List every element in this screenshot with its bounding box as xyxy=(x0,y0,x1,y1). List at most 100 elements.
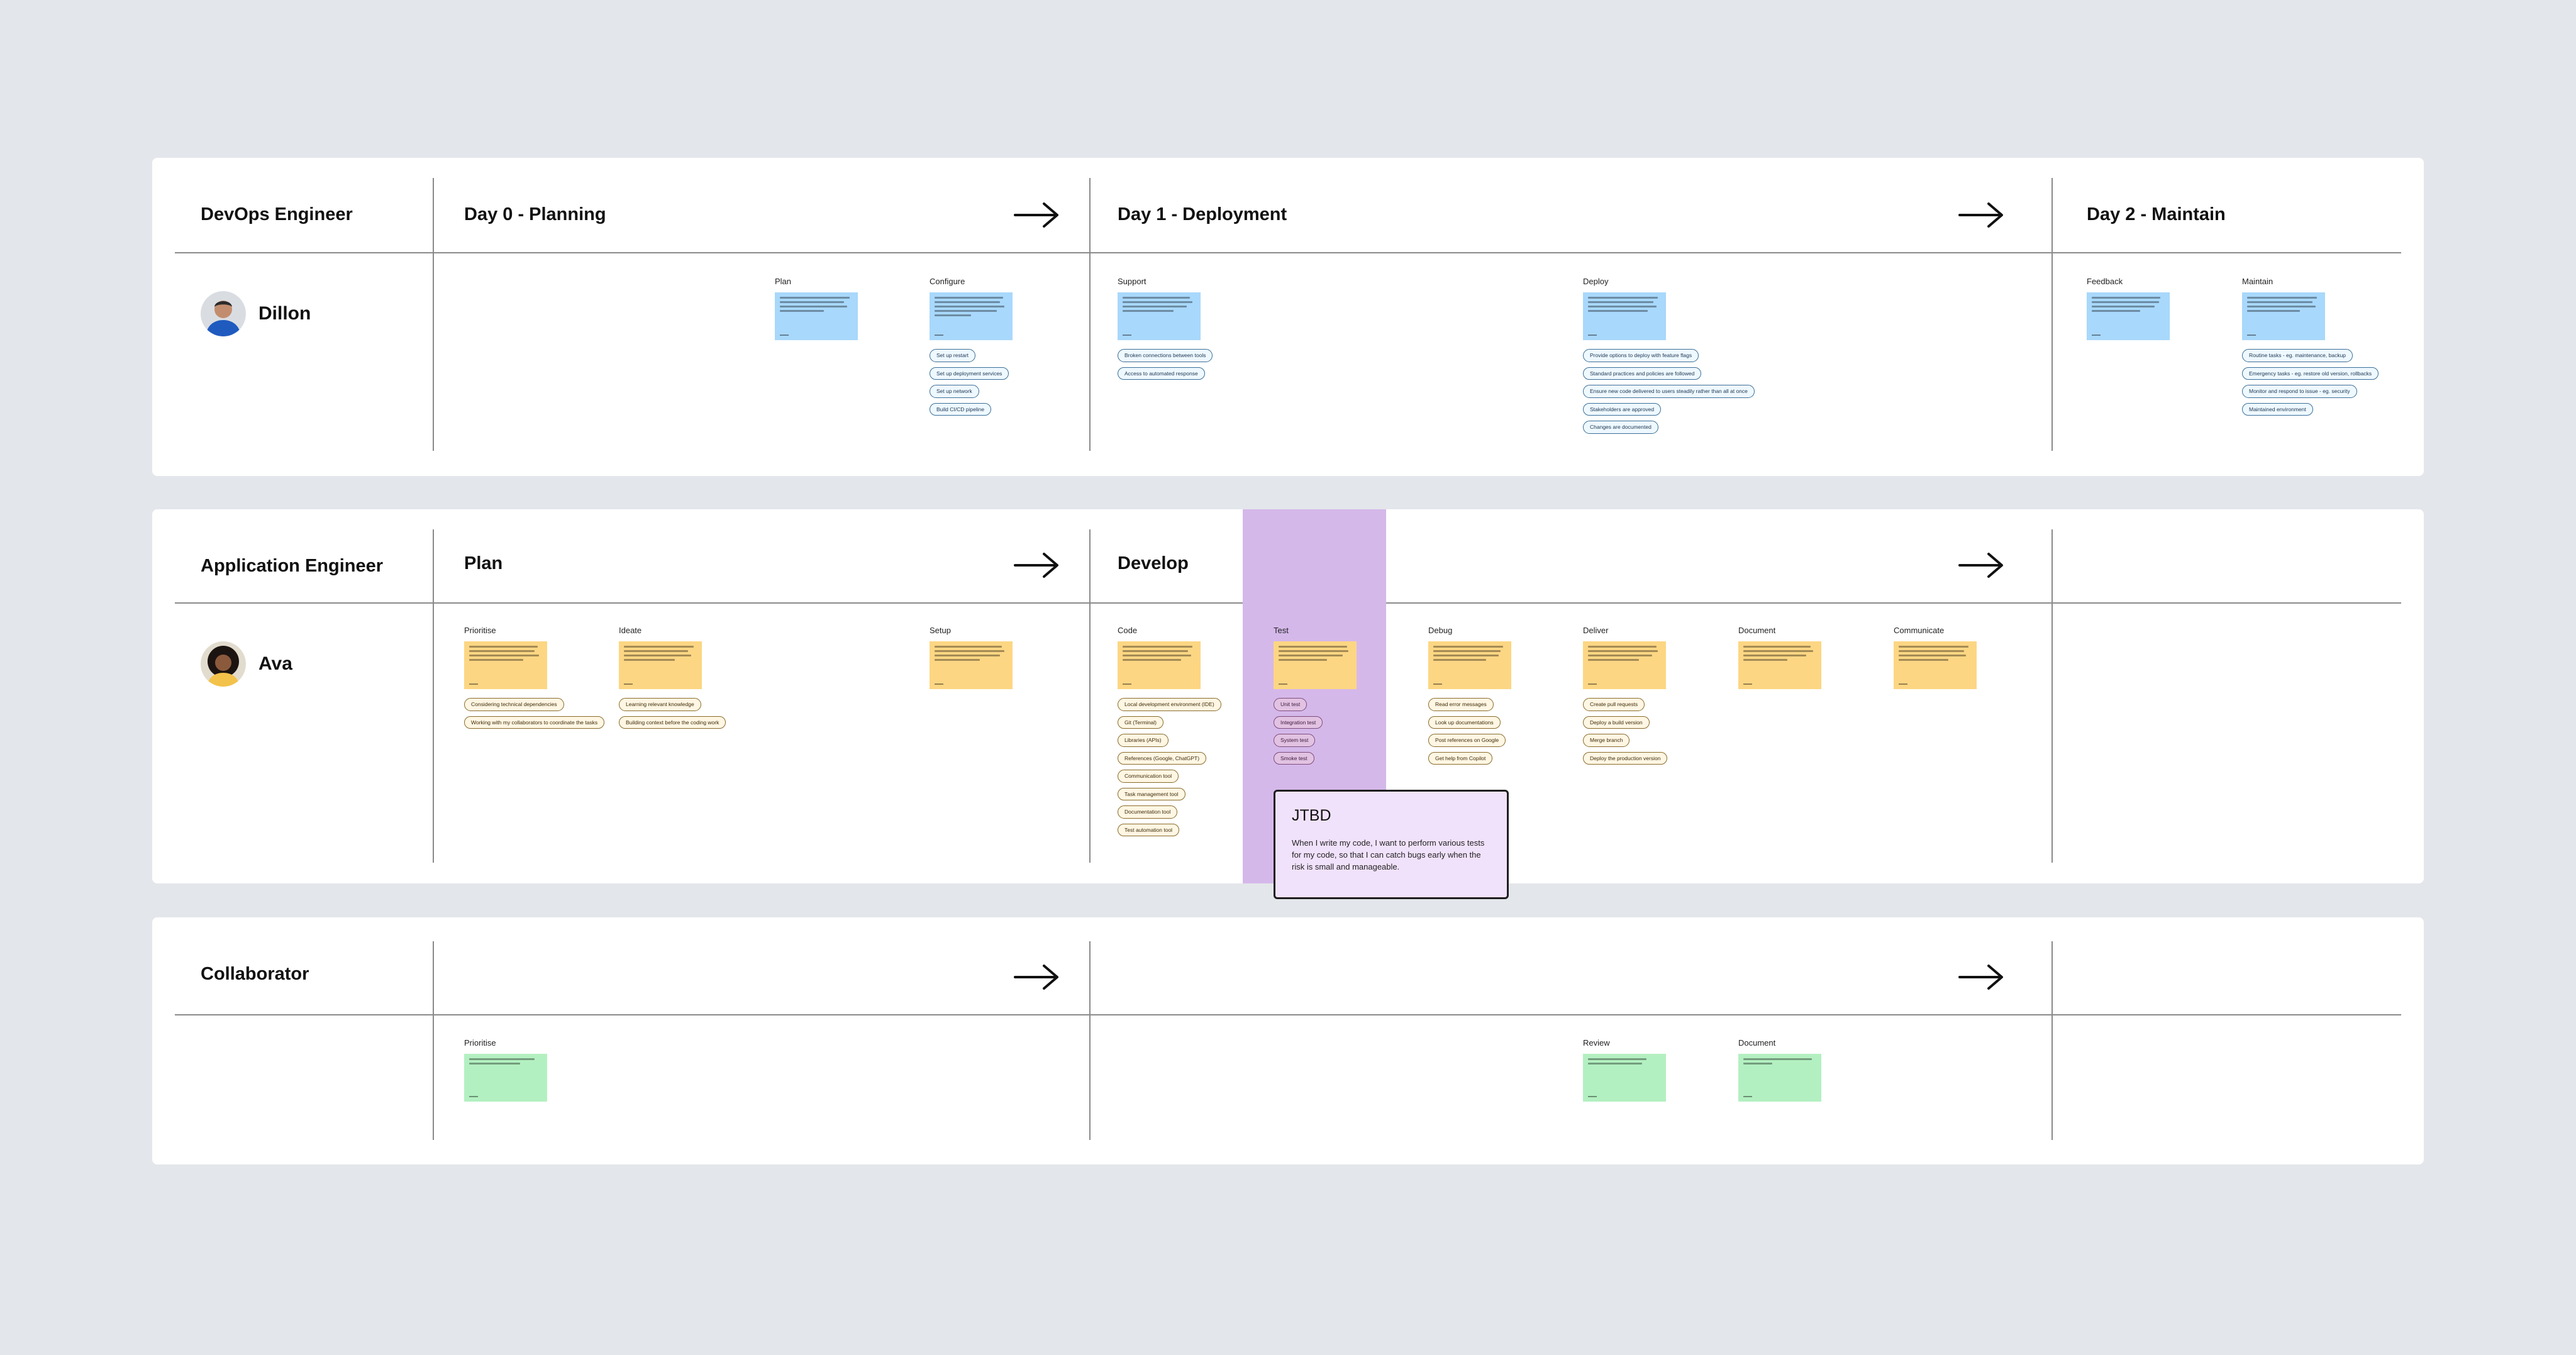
tag-chip[interactable]: Access to automated response xyxy=(1118,367,1205,380)
step-plan: Plan xyxy=(775,277,951,340)
sticky-note[interactable] xyxy=(1274,641,1357,689)
step-label: Document xyxy=(1738,1038,1776,1048)
chip-list: Considering technical dependencies Worki… xyxy=(464,698,640,729)
tag-chip[interactable]: Unit test xyxy=(1274,698,1307,711)
role-title: DevOps Engineer xyxy=(201,204,353,224)
step-label: Debug xyxy=(1428,626,1453,635)
arrow-right-icon xyxy=(1958,553,2003,578)
tag-chip[interactable]: Smoke test xyxy=(1274,751,1314,765)
tag-chip[interactable]: Ensure new code delivered to users stead… xyxy=(1583,385,1755,398)
step-label: Feedback xyxy=(2087,277,2123,286)
sticky-note[interactable] xyxy=(1583,292,1666,340)
tag-chip[interactable]: Local development environment (IDE) xyxy=(1118,698,1221,711)
sticky-note[interactable] xyxy=(1583,641,1666,689)
person-name: Ava xyxy=(258,653,292,674)
tag-chip[interactable]: Learning relevant knowledge xyxy=(619,698,701,711)
divider xyxy=(175,252,2401,253)
divider xyxy=(1089,941,1091,1140)
tag-chip[interactable]: Working with my collaborators to coordin… xyxy=(464,716,605,729)
step-ideate: Ideate Learning relevant knowledge Build… xyxy=(619,626,795,729)
tag-chip[interactable]: Create pull requests xyxy=(1583,698,1645,711)
tag-chip[interactable]: Documentation tool xyxy=(1118,805,1178,819)
chip-list: Unit test Integration test System test S… xyxy=(1274,698,1450,765)
sticky-note[interactable] xyxy=(464,641,547,689)
step-label: Maintain xyxy=(2242,277,2273,286)
step-feedback: Feedback xyxy=(2087,277,2263,340)
sticky-note[interactable] xyxy=(930,292,1013,340)
step-label: Review xyxy=(1583,1038,1610,1048)
divider xyxy=(433,178,434,451)
sticky-note[interactable] xyxy=(1118,292,1201,340)
tag-chip[interactable]: System test xyxy=(1274,734,1316,747)
divider xyxy=(433,941,434,1140)
arrow-right-icon xyxy=(1958,202,2003,228)
step-deliver: Deliver Create pull requests Deploy a bu… xyxy=(1583,626,1759,765)
tag-chip[interactable]: Merge branch xyxy=(1583,734,1630,747)
tag-chip[interactable]: Git (Terminal) xyxy=(1118,716,1164,729)
tag-chip[interactable]: Stakeholders are approved xyxy=(1583,402,1662,416)
tag-chip[interactable]: Get help from Copilot xyxy=(1428,751,1493,765)
tag-chip[interactable]: Test automation tool xyxy=(1118,823,1180,836)
tag-chip[interactable]: Communication tool xyxy=(1118,770,1179,783)
tag-chip[interactable]: Standard practices and policies are foll… xyxy=(1583,367,1702,380)
devops-swimlane: DevOps Engineer Day 0 - Planning Day 1 -… xyxy=(152,158,2424,476)
step-label: Code xyxy=(1118,626,1138,635)
tag-chip[interactable]: Monitor and respond to issue - eg. secur… xyxy=(2242,385,2357,398)
sticky-note[interactable] xyxy=(1583,1054,1666,1102)
tag-chip[interactable]: Routine tasks - eg. maintenance, backup xyxy=(2242,349,2353,362)
tag-chip[interactable]: Maintained environment xyxy=(2242,402,2313,416)
tag-chip[interactable]: Broken connections between tools xyxy=(1118,349,1213,362)
sticky-note[interactable] xyxy=(1738,1054,1821,1102)
phase-title: Day 1 - Deployment xyxy=(1118,204,1287,224)
sticky-note[interactable] xyxy=(2087,292,2170,340)
step-prioritise: Prioritise xyxy=(464,1038,640,1102)
arrow-right-icon xyxy=(1014,553,1058,578)
persona: Ava xyxy=(201,641,292,687)
sticky-note[interactable] xyxy=(2242,292,2325,340)
tag-chip[interactable]: Build CI/CD pipeline xyxy=(930,402,992,416)
step-label: Document xyxy=(1738,626,1776,635)
sticky-note[interactable] xyxy=(1894,641,1977,689)
sticky-note[interactable] xyxy=(775,292,858,340)
tag-chip[interactable]: Building context before the coding work xyxy=(619,716,726,729)
step-label: Prioritise xyxy=(464,626,496,635)
sticky-note[interactable] xyxy=(619,641,702,689)
phase-title: Plan xyxy=(464,553,503,573)
step-label: Support xyxy=(1118,277,1146,286)
sticky-note[interactable] xyxy=(464,1054,547,1102)
sticky-note[interactable] xyxy=(1118,641,1201,689)
tag-chip[interactable]: Changes are documented xyxy=(1583,421,1658,434)
chip-list: Routine tasks - eg. maintenance, backup … xyxy=(2242,349,2418,416)
chip-list: Create pull requests Deploy a build vers… xyxy=(1583,698,1759,765)
avatar xyxy=(201,291,246,336)
tag-chip[interactable]: Set up deployment services xyxy=(930,367,1009,380)
tag-chip[interactable]: Considering technical dependencies xyxy=(464,698,564,711)
tag-chip[interactable]: Libraries (APIs) xyxy=(1118,734,1169,747)
sticky-note[interactable] xyxy=(930,641,1013,689)
tag-chip[interactable]: Read error messages xyxy=(1428,698,1494,711)
step-label: Ideate xyxy=(619,626,642,635)
tag-chip[interactable]: Deploy the production version xyxy=(1583,751,1668,765)
sticky-note[interactable] xyxy=(1738,641,1821,689)
step-label: Communicate xyxy=(1894,626,1945,635)
tag-chip[interactable]: Provide options to deploy with feature f… xyxy=(1583,349,1699,362)
tooltip-title: JTBD xyxy=(1292,807,1331,824)
tag-chip[interactable]: References (Google, ChatGPT) xyxy=(1118,751,1207,765)
tag-chip[interactable]: Emergency tasks - eg. restore old versio… xyxy=(2242,367,2379,380)
tag-chip[interactable]: Look up documentations xyxy=(1428,716,1501,729)
avatar xyxy=(201,641,246,687)
tag-chip[interactable]: Set up network xyxy=(930,385,979,398)
sticky-note[interactable] xyxy=(1428,641,1511,689)
tag-chip[interactable]: Post references on Google xyxy=(1428,734,1506,747)
step-debug: Debug Read error messages Look up docume… xyxy=(1428,626,1604,765)
phase-title: Day 0 - Planning xyxy=(464,204,606,224)
arrow-right-icon xyxy=(1014,965,1058,990)
phase-title: Day 2 - Maintain xyxy=(2087,204,2226,224)
step-support: Support Broken connections between tools… xyxy=(1118,277,1294,380)
chip-list: Set up restart Set up deployment service… xyxy=(930,349,1106,416)
tag-chip[interactable]: Integration test xyxy=(1274,716,1323,729)
tag-chip[interactable]: Task management tool xyxy=(1118,787,1185,800)
tag-chip[interactable]: Deploy a build version xyxy=(1583,716,1650,729)
step-review: Review xyxy=(1583,1038,1759,1102)
tag-chip[interactable]: Set up restart xyxy=(930,349,976,362)
